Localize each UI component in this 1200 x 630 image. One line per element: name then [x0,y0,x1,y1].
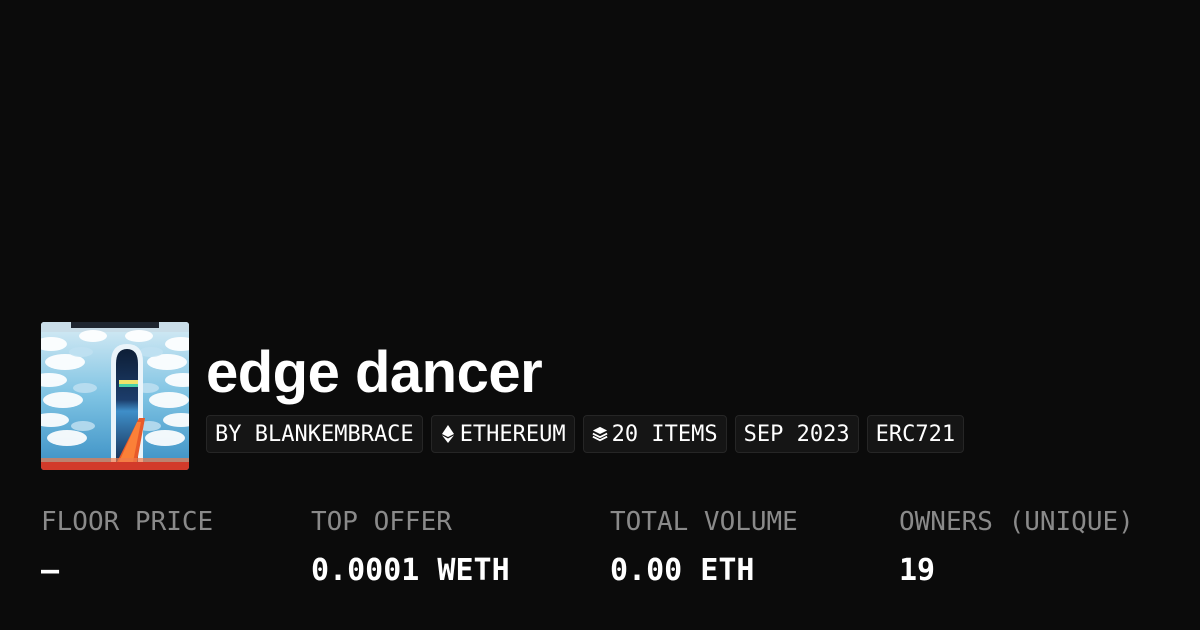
floor-price-label: FLOOR PRICE [41,507,214,537]
collection-tags: BY BLANKEMBRACE ETHEREUM 20 ITEMS SEP 20… [206,415,965,453]
chain-tag[interactable]: ETHEREUM [430,415,575,453]
date-tag-label: SEP 2023 [743,421,850,447]
creator-tag-label: BY BLANKEMBRACE [215,421,414,447]
standard-tag-label: ERC721 [875,421,956,447]
collection-thumbnail[interactable] [41,322,189,470]
creator-tag[interactable]: BY BLANKEMBRACE [206,415,423,453]
items-tag-label: 20 ITEMS [611,421,718,447]
total-volume-value: 0.00 ETH [610,553,755,588]
stat-total-volume: TOTAL VOLUME 0.00 ETH [610,505,798,591]
collection-artwork-image [41,322,189,470]
date-tag: SEP 2023 [734,415,859,453]
top-offer-value: 0.0001 WETH [311,553,510,588]
owners-label: OWNERS (UNIQUE) [899,507,1134,537]
collection-title-block: edge dancer BY BLANKEMBRACE ETHEREUM 20 … [206,322,965,453]
owners-value: 19 [899,553,936,588]
floor-price-value: – [41,553,60,588]
top-offer-label: TOP OFFER [311,507,452,537]
collection-share-card: edge dancer BY BLANKEMBRACE ETHEREUM 20 … [0,0,1200,630]
ethereum-icon [440,424,456,444]
collection-title: edge dancer [206,340,543,405]
standard-tag: ERC721 [866,415,965,453]
stat-top-offer: TOP OFFER 0.0001 WETH [311,505,510,591]
stat-owners: OWNERS (UNIQUE) 19 [899,505,1134,591]
collection-header: edge dancer BY BLANKEMBRACE ETHEREUM 20 … [41,322,965,470]
stat-floor-price: FLOOR PRICE – [41,505,213,591]
items-tag[interactable]: 20 ITEMS [582,415,727,453]
layers-icon [592,424,608,444]
chain-tag-label: ETHEREUM [459,421,566,447]
total-volume-label: TOTAL VOLUME [610,507,798,537]
